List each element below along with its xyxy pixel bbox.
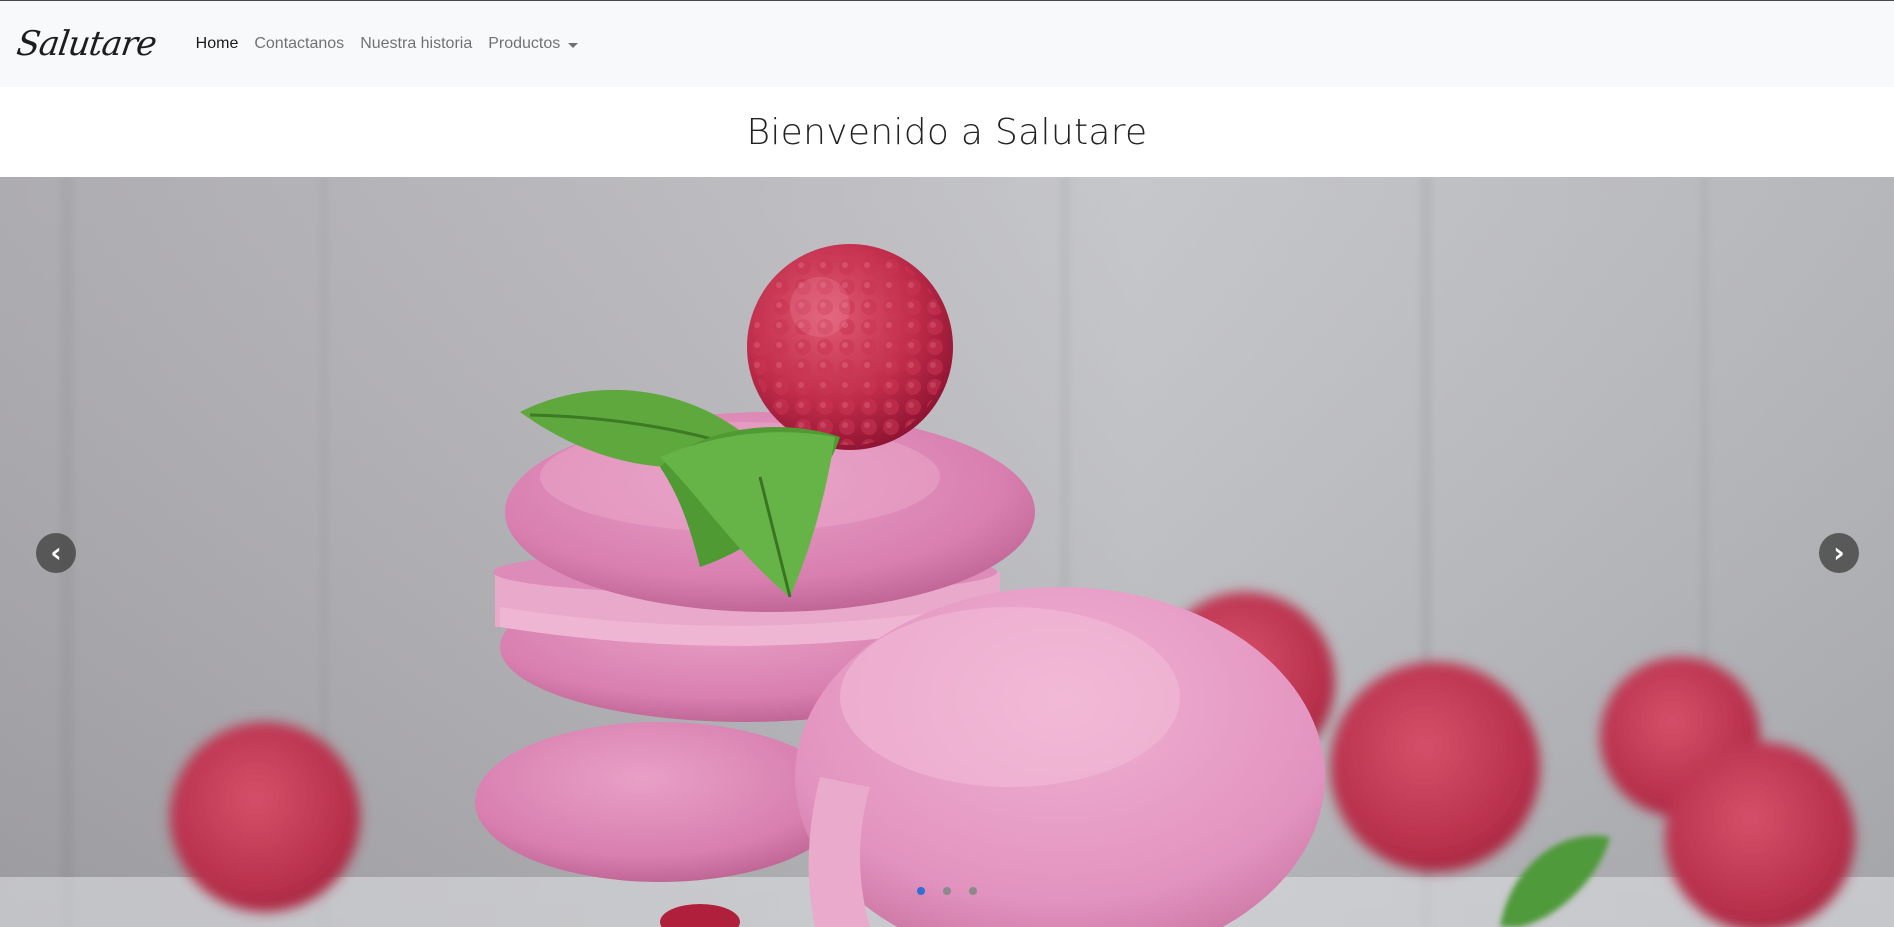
productos-label: Productos (488, 35, 561, 52)
nav-item-contactanos: Contactanos (246, 27, 352, 61)
nav-item-home: Home (188, 27, 247, 61)
carousel-prev-button[interactable]: ‹ (36, 533, 76, 573)
nav-list: Home Contactanos Nuestra historia Produc… (188, 27, 587, 61)
carousel-indicator-1[interactable] (917, 887, 925, 895)
caret-down-icon (568, 42, 579, 48)
productos-dropdown-toggle[interactable]: Productos (480, 27, 586, 61)
navbar: Salutare Home Contactanos Nuestra histor… (0, 0, 1894, 87)
carousel-slide-image (0, 177, 1894, 927)
brand-logo[interactable]: Salutare (14, 24, 158, 64)
carousel-indicator-2[interactable] (943, 887, 951, 895)
nav-link-home[interactable]: Home (188, 27, 247, 61)
nav-link-nuestra-historia[interactable]: Nuestra historia (352, 27, 480, 61)
welcome-section: Bienvenido a Salutare (0, 87, 1894, 177)
carousel-indicator-3[interactable] (969, 887, 977, 895)
page-title: Bienvenido a Salutare (746, 111, 1148, 153)
nav-link-contactanos[interactable]: Contactanos (246, 27, 352, 61)
carousel-next-button[interactable]: › (1819, 533, 1859, 573)
nav-item-nuestra-historia: Nuestra historia (352, 27, 480, 61)
nav-item-productos: Productos (480, 27, 586, 61)
carousel-indicators (0, 887, 1894, 895)
image-carousel: ‹ › (0, 177, 1894, 927)
